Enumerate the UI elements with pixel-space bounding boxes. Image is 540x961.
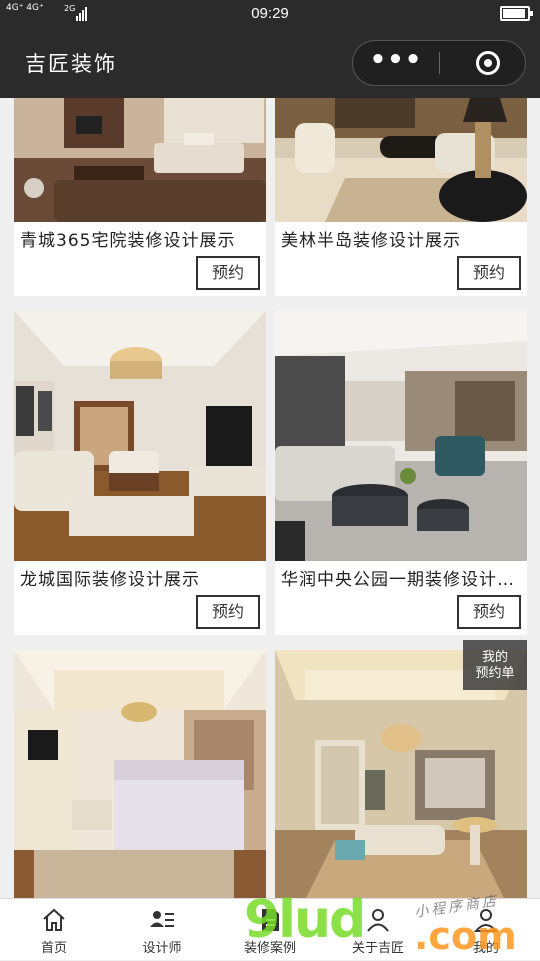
case-title: 青城365宅院装修设计展示 xyxy=(20,231,236,251)
designer-list-icon xyxy=(150,911,174,927)
my-bookings-button[interactable]: 我的 预约单 xyxy=(463,640,527,690)
clock: 09:29 xyxy=(251,5,289,22)
page-title: 吉匠装饰 xyxy=(25,52,117,76)
mini-program-capsule: ••• xyxy=(352,40,526,86)
tab-designers[interactable]: 设计师 xyxy=(108,899,216,961)
case-card[interactable]: 龙城国际装修设计展示 预约 xyxy=(14,311,266,635)
case-image[interactable] xyxy=(275,311,527,561)
tab-designers-label: 设计师 xyxy=(142,941,182,956)
book-button[interactable]: 预约 xyxy=(457,256,521,290)
case-image[interactable] xyxy=(275,98,527,222)
person-icon xyxy=(367,909,389,932)
book-button[interactable]: 预约 xyxy=(196,595,260,629)
my-bookings-line2: 预约单 xyxy=(475,666,515,681)
target-close-icon[interactable] xyxy=(476,51,500,75)
case-card[interactable]: 华润中央公园一期装修设计展示 预约 xyxy=(275,311,527,635)
document-icon xyxy=(262,909,279,931)
book-button[interactable]: 预约 xyxy=(196,256,260,290)
tab-mine[interactable]: 我的 xyxy=(432,899,540,961)
my-bookings-line1: 我的 xyxy=(481,650,508,665)
case-card[interactable] xyxy=(14,650,266,898)
battery-icon xyxy=(500,6,533,21)
case-card[interactable]: 美林半岛装修设计展示 预约 xyxy=(275,98,527,296)
ellipsis-icon[interactable]: ••• xyxy=(353,41,439,85)
case-grid[interactable]: 青城365宅院装修设计展示 预约 美林半岛装修设计展示 预约 龙城国际装修设计展… xyxy=(0,98,540,898)
capsule-divider xyxy=(439,52,440,74)
navigation-bar: 吉匠装饰 ••• xyxy=(0,28,540,98)
tab-cases-label: 装修案例 xyxy=(243,941,296,956)
case-title: 美林半岛装修设计展示 xyxy=(281,231,461,251)
case-title: 龙城国际装修设计展示 xyxy=(20,570,200,590)
home-icon xyxy=(43,908,65,931)
user-icon xyxy=(473,909,499,932)
case-title: 华润中央公园一期装修设计展示 xyxy=(281,570,523,590)
tab-cases[interactable]: 装修案例 xyxy=(216,899,324,961)
tab-bar: 首页 设计师 装修案例 关于吉匠 我的 xyxy=(0,898,540,960)
tab-about-label: 关于吉匠 xyxy=(351,941,404,956)
tab-about[interactable]: 关于吉匠 xyxy=(324,899,432,961)
case-image[interactable] xyxy=(14,311,266,561)
book-button[interactable]: 预约 xyxy=(457,595,521,629)
status-bar: 4G⁺ 4G⁺ 2G 09:29 xyxy=(0,0,540,28)
tab-home-label: 首页 xyxy=(40,941,67,956)
case-card[interactable]: 青城365宅院装修设计展示 预约 xyxy=(14,98,266,296)
tab-mine-label: 我的 xyxy=(472,941,499,956)
tab-home[interactable]: 首页 xyxy=(0,899,108,961)
case-image[interactable] xyxy=(14,98,266,222)
case-image[interactable] xyxy=(14,650,266,898)
